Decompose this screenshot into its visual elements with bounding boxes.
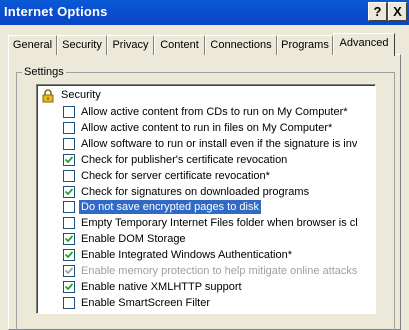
checkmark-icon [65, 267, 73, 275]
setting-checkbox[interactable] [63, 186, 75, 198]
setting-label: Empty Temporary Internet Files folder wh… [81, 217, 357, 229]
setting-row[interactable]: Enable Integrated Windows Authentication… [37, 247, 357, 263]
setting-label: Check for server certificate revocation* [81, 170, 270, 182]
help-button[interactable]: ? [368, 2, 387, 21]
checkmark-icon [65, 235, 73, 243]
setting-label: Allow active content to run in files on … [81, 122, 333, 134]
tab-security[interactable]: Security [57, 35, 107, 55]
setting-label: Enable DOM Storage [81, 233, 186, 245]
setting-row[interactable]: Allow active content to run in files on … [37, 120, 357, 136]
setting-row[interactable]: Enable memory protection to help mitigat… [37, 263, 357, 279]
setting-row[interactable]: Enable DOM Storage [37, 231, 357, 247]
setting-label: Enable memory protection to help mitigat… [81, 265, 357, 277]
setting-checkbox[interactable] [63, 106, 75, 118]
setting-checkbox[interactable] [63, 233, 75, 245]
setting-checkbox[interactable] [63, 201, 75, 213]
title-bar[interactable]: Internet Options ? X [0, 0, 409, 25]
setting-row[interactable]: Allow software to run or install even if… [37, 136, 357, 152]
tab-general[interactable]: General [8, 35, 57, 55]
setting-checkbox[interactable] [63, 281, 75, 293]
setting-label: Do not save encrypted pages to disk [78, 199, 262, 215]
help-icon: ? [373, 4, 382, 19]
setting-checkbox[interactable] [63, 122, 75, 134]
window-title: Internet Options [4, 4, 108, 19]
tab-content[interactable]: Content [154, 35, 205, 55]
setting-label: Check for publisher's certificate revoca… [81, 154, 288, 166]
checkmark-icon [65, 251, 73, 259]
tab-programs[interactable]: Programs [277, 35, 333, 55]
setting-row[interactable]: Enable SmartScreen Filter [37, 295, 357, 311]
tab-label: Privacy [112, 39, 149, 51]
tab-strip: General Security Privacy Content Connect… [0, 33, 409, 56]
setting-row[interactable]: Check for server certificate revocation* [37, 168, 357, 184]
tab-label: Advanced [339, 37, 389, 49]
tab-label: General [12, 39, 53, 51]
setting-checkbox[interactable] [63, 217, 75, 229]
settings-list-content: Security Allow active content from CDs t… [37, 85, 357, 313]
setting-checkbox[interactable] [63, 265, 75, 277]
setting-label: Enable Integrated Windows Authentication… [81, 249, 292, 261]
tab-advanced[interactable]: Advanced [333, 33, 395, 56]
category-row: Security [37, 88, 357, 104]
setting-row[interactable]: Check for signatures on downloaded progr… [37, 184, 357, 200]
horizontal-scrollbar[interactable] [37, 313, 376, 314]
setting-checkbox[interactable] [63, 297, 75, 309]
checkmark-icon [65, 156, 73, 164]
category-label: Security [61, 89, 101, 101]
checkmark-icon [65, 283, 73, 291]
scroll-left-button[interactable] [37, 313, 53, 314]
tab-connections[interactable]: Connections [205, 35, 277, 55]
setting-row[interactable]: Allow active content from CDs to run on … [37, 104, 357, 120]
tab-label: Programs [281, 39, 329, 51]
setting-checkbox[interactable] [63, 154, 75, 166]
tab-privacy[interactable]: Privacy [107, 35, 154, 55]
setting-label: Enable native XMLHTTP support [81, 281, 242, 293]
setting-label: Allow active content from CDs to run on … [81, 106, 348, 118]
setting-row[interactable]: Do not save encrypted pages to disk [37, 199, 357, 215]
close-icon: X [393, 4, 402, 19]
setting-checkbox[interactable] [63, 249, 75, 261]
setting-checkbox[interactable] [63, 170, 75, 182]
horizontal-scroll-thumb[interactable] [53, 313, 323, 314]
tab-label: Security [62, 39, 102, 51]
settings-list[interactable]: Security Allow active content from CDs t… [36, 84, 376, 314]
setting-checkbox[interactable] [63, 138, 75, 150]
setting-row[interactable]: Empty Temporary Internet Files folder wh… [37, 215, 357, 231]
close-button[interactable]: X [388, 2, 407, 21]
setting-row[interactable]: Check for publisher's certificate revoca… [37, 152, 357, 168]
setting-label: Check for signatures on downloaded progr… [81, 186, 310, 198]
setting-label: Allow software to run or install even if… [81, 138, 357, 150]
settings-group-label: Settings [22, 66, 66, 78]
tab-label: Content [160, 39, 199, 51]
tab-label: Connections [210, 39, 272, 51]
checkmark-icon [65, 188, 73, 196]
setting-label: Enable SmartScreen Filter [81, 297, 210, 309]
setting-row[interactable]: Enable native XMLHTTP support [37, 279, 357, 295]
